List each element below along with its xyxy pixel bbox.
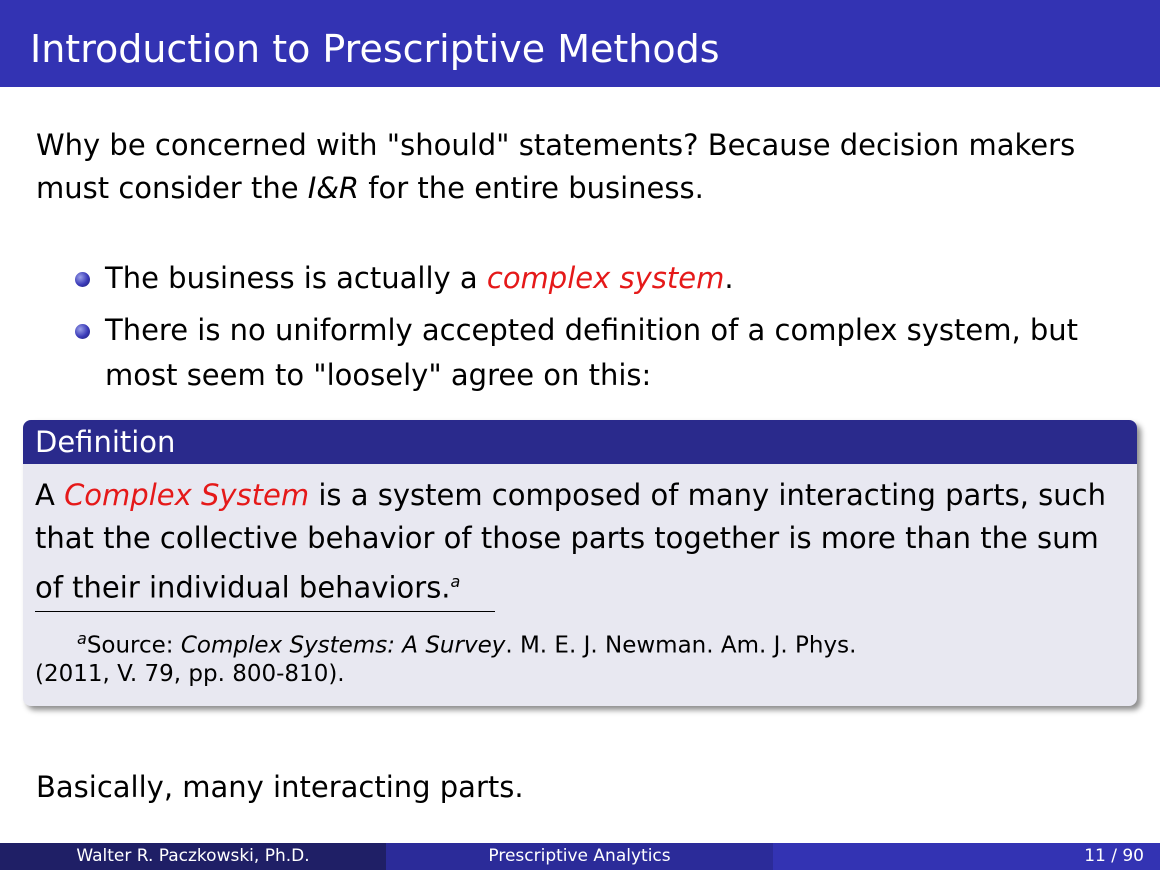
definition-header: Definition <box>23 420 1137 464</box>
footer-page: 11 / 90 <box>773 843 1160 870</box>
intro-paragraph: Why be concerned with "should" statement… <box>36 124 1075 210</box>
definition-line-2: that the collective behavior of those pa… <box>35 521 1099 555</box>
definition-block: Definition A Complex System is a system … <box>23 420 1137 706</box>
bullet-1-pre: The business is actually a <box>105 261 487 295</box>
footnote-rule <box>35 611 495 612</box>
bullet-2-line-2: most seem to "loosely" agree on this: <box>105 358 652 392</box>
footnote-marker: a <box>77 629 87 648</box>
definition-line-3-text: of their individual behaviors. <box>35 570 451 605</box>
bullet-item: There is no uniformly accepted definitio… <box>75 308 1078 398</box>
footnote-marker: a <box>450 572 461 591</box>
bullet-ball-icon <box>75 324 90 339</box>
definition-line-1: A Complex System is a system composed of… <box>35 474 1106 517</box>
footer-page-number: 11 / 90 <box>1084 846 1144 866</box>
intro-line-2-post: for the entire business. <box>359 171 704 205</box>
footnote-pre: Source: <box>86 632 181 659</box>
bullet-item: The business is actually a complex syste… <box>75 256 1078 301</box>
footnote-post: . M. E. J. Newman. Am. J. Phys. <box>505 632 857 659</box>
definition-line-3: of their individual behaviors.a <box>35 560 460 610</box>
footnote-line-2: (2011, V. 79, pp. 800-810). <box>35 661 345 687</box>
bullet-ball-icon <box>75 272 90 287</box>
intro-line-2: must consider the I&R for the entire bus… <box>36 167 1075 210</box>
intro-line-1: Why be concerned with "should" statement… <box>36 128 1076 162</box>
footer-bar: Walter R. Paczkowski, Ph.D. Prescriptive… <box>0 843 1160 870</box>
footer-author: Walter R. Paczkowski, Ph.D. <box>0 843 386 870</box>
intro-line-2-pre: must consider the <box>36 171 308 205</box>
definition-line-1-post: is a system composed of many interacting… <box>309 478 1106 512</box>
definition-line-1-pre: A <box>35 478 65 512</box>
bullet-list: The business is actually a complex syste… <box>75 256 1078 398</box>
definition-title: Definition <box>35 425 176 459</box>
bullet-2-line-1: There is no uniformly accepted definitio… <box>105 313 1079 347</box>
bullet-1-post: . <box>724 261 734 295</box>
intro-emphasis: I&R <box>307 171 360 205</box>
slide-title: Introduction to Prescriptive Methods <box>30 27 720 71</box>
definition-term: Complex System <box>64 478 310 512</box>
footnote-source-title: Complex Systems: A Survey <box>180 632 506 659</box>
slide-title-bar: Introduction to Prescriptive Methods <box>0 0 1160 87</box>
footer-course: Prescriptive Analytics <box>386 843 773 870</box>
bullet-1-emphasis: complex system <box>486 261 725 295</box>
closing-text: Basically, many interacting parts. <box>36 770 524 804</box>
